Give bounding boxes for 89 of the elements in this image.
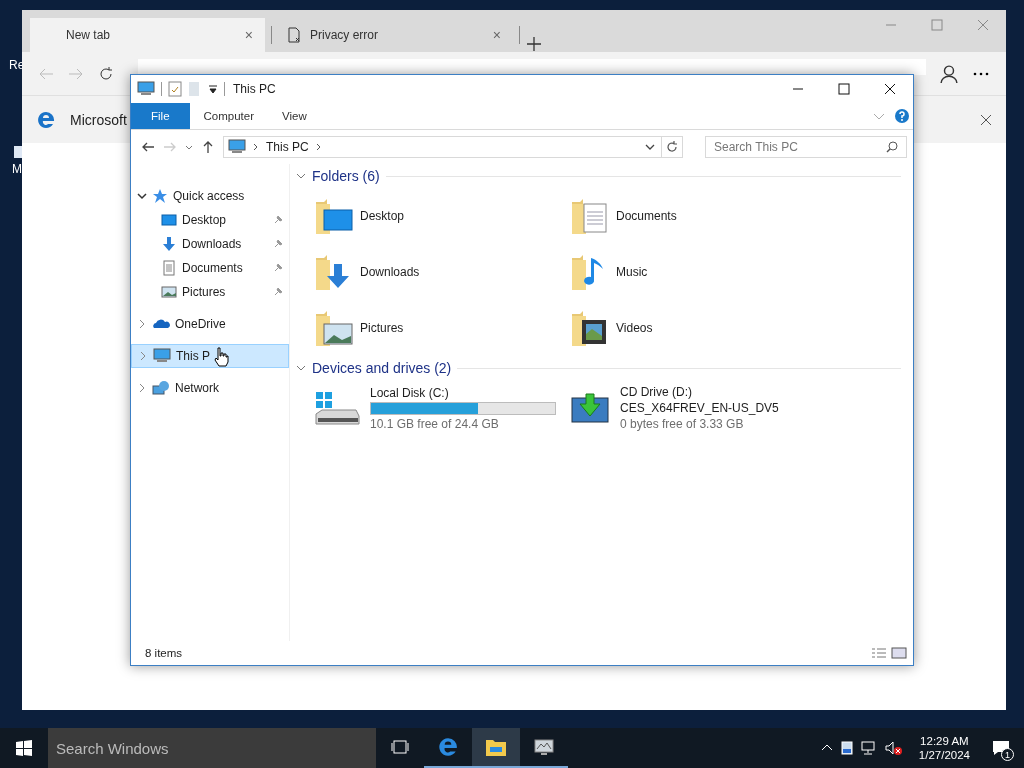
forward-icon [163,140,177,154]
pin-icon [273,215,283,225]
pin-icon [273,239,283,249]
drive-name[interactable]: Local Disk (C:) [370,385,556,400]
desktop-icon-label: M [12,162,22,176]
folder-icon [485,737,507,757]
folder-name[interactable]: Downloads [360,265,420,279]
edge-logo-icon [437,736,459,758]
close-icon [977,19,989,31]
nav-item[interactable]: Desktop [131,208,289,232]
hand-cursor-icon [213,347,229,367]
close-icon [884,83,896,95]
browser-tab[interactable]: New tab × [30,18,265,52]
ribbon-tab[interactable]: File [131,103,190,129]
nav-item[interactable]: Downloads [131,232,289,256]
pin-icon [273,287,283,297]
task-view-icon [391,739,409,755]
search-icon [886,141,898,153]
device-icon [840,741,853,755]
desktop-icon [161,212,177,228]
new-tab-icon [526,36,542,52]
network-icon [860,741,877,755]
address-bar[interactable]: This PC [223,136,683,158]
muted-speaker-icon [884,741,903,755]
folder-name[interactable]: Documents [616,209,677,223]
infobar-text: Microsoft [70,111,127,128]
network-icon [152,380,170,396]
download-arrow-icon [161,236,177,252]
person-icon [940,64,958,83]
nav-item[interactable]: OneDrive [131,312,289,336]
browser-tab[interactable]: Privacy error × [278,18,513,52]
maximize-icon [931,19,943,31]
address-bar[interactable] [138,58,926,75]
nav-item[interactable]: Quick access [131,184,289,208]
up-icon [201,140,215,154]
large-icons-view-icon [891,647,907,659]
nav-item[interactable]: Documents [131,256,289,280]
details-view-icon [871,647,887,659]
clock-date[interactable]: 1/27/2024 [918,749,970,761]
folder-name[interactable]: Desktop [360,209,405,223]
breadcrumb-item[interactable]: This PC [266,140,309,154]
search-field[interactable]: Search Windows [48,728,376,768]
star-icon [152,188,168,204]
taskbar-app[interactable] [472,728,520,768]
section-header[interactable]: Folders (6) [312,168,380,184]
action-center-button[interactable]: 1 [986,733,1016,763]
help-icon [895,109,909,123]
close-tab-button[interactable]: × [492,27,501,43]
start-icon [16,740,32,756]
picture-icon [161,284,177,300]
status-text: 8 items [145,647,183,659]
free-space-text: 10.1 GB free of 24.4 GB [370,416,500,431]
close-tab-button[interactable]: × [244,27,253,43]
document-icon [161,260,177,276]
notification-count: 1 [1001,748,1014,761]
customize-arrow-icon [208,84,218,94]
computer-icon [228,139,246,155]
nav-item[interactable]: Network [131,376,289,400]
back-icon [141,140,155,154]
computer-icon [153,348,171,364]
refresh-icon [98,65,114,82]
computer-icon [137,81,155,97]
folder-name[interactable]: Music [616,265,648,279]
section-header[interactable]: Devices and drives (2) [312,360,452,376]
dropdown-icon [645,142,655,152]
clock-time[interactable]: 12:29 AM [920,735,969,747]
folder-name[interactable]: Videos [616,321,653,335]
volume-label: CES_X64FREV_EN-US_DV5 [620,401,779,415]
page-error-icon [286,27,302,43]
edge-logo-icon [36,109,56,130]
nav-item[interactable]: Pictures [131,280,289,304]
pin-icon [273,263,283,273]
monitor-app-icon [533,737,555,757]
new-folder-icon [188,81,202,97]
folder-name[interactable]: Pictures [360,321,404,335]
recent-dropdown-icon [185,143,193,151]
refresh-icon [666,141,678,153]
desktop-shortcut-icon [14,146,22,158]
more-icon [972,71,990,76]
close-icon [980,113,992,126]
properties-icon [168,81,182,97]
window-title: This PC [233,82,276,96]
nav-item[interactable]: This P [131,344,289,368]
ribbon-tab[interactable]: View [268,103,321,129]
free-space-text: 0 bytes free of 3.33 GB [620,417,745,431]
maximize-icon [838,83,850,95]
search-field[interactable]: Search This PC [705,136,907,158]
ribbon-tab[interactable]: Computer [189,103,269,129]
drive-name[interactable]: CD Drive (D:) [620,385,779,399]
